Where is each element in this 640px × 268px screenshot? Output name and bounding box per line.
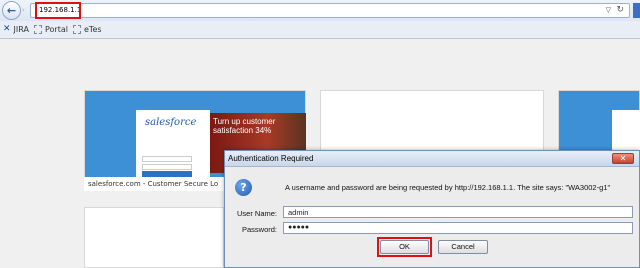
refresh-icon[interactable]: ↻ [616,5,624,15]
jira-icon: ✕ [3,24,11,34]
bookmark-portal[interactable]: Portal [34,25,68,34]
page-icon [34,25,42,34]
dialog-title: Authentication Required [228,154,314,163]
bookmark-jira[interactable]: ✕ JIRA [3,24,29,35]
url-highlight-box [35,2,81,19]
bookmark-etes[interactable]: eTes [73,25,102,34]
salesforce-ad-text: Turn up customer satisfaction 34% [213,117,276,135]
dialog-title-bar: Authentication Required ✕ [225,151,639,167]
password-field[interactable]: ●●●●● [283,222,633,234]
bookmarks-bar: ✕ JIRA Portal eTes [0,21,640,39]
preview-field [142,156,192,162]
username-field[interactable]: admin [283,206,633,218]
cancel-button[interactable]: Cancel [438,240,488,254]
toolbar-edge-button[interactable] [633,3,640,18]
question-icon: ? [235,179,252,196]
bookmark-label: Portal [45,25,68,34]
address-bar[interactable]: 192.168.1.1 ▽ ↻ [30,2,630,19]
username-label: User Name: [237,209,278,218]
salesforce-logo: salesforce [145,117,197,128]
back-arrow-icon[interactable]: ← [2,1,21,20]
bookmark-label: eTes [84,25,102,34]
speed-dial-tile-empty[interactable] [84,207,224,268]
authentication-dialog: Authentication Required ✕ ? A username a… [224,150,640,268]
ok-highlight-box [377,237,432,257]
browser-toolbar: ← › 192.168.1.1 ▽ ↻ [0,0,640,21]
preview-field [142,164,192,170]
forward-arrow-icon[interactable]: › [22,6,25,14]
dialog-message: A username and password are being reques… [285,183,611,192]
close-icon[interactable]: ✕ [612,153,634,164]
tile-caption[interactable]: salesforce.com - Customer Secure Lo [84,177,224,191]
dropdown-icon[interactable]: ▽ [606,6,611,14]
page-icon [73,25,81,34]
password-label: Password: [242,225,278,234]
bookmark-label: JIRA [13,25,29,34]
